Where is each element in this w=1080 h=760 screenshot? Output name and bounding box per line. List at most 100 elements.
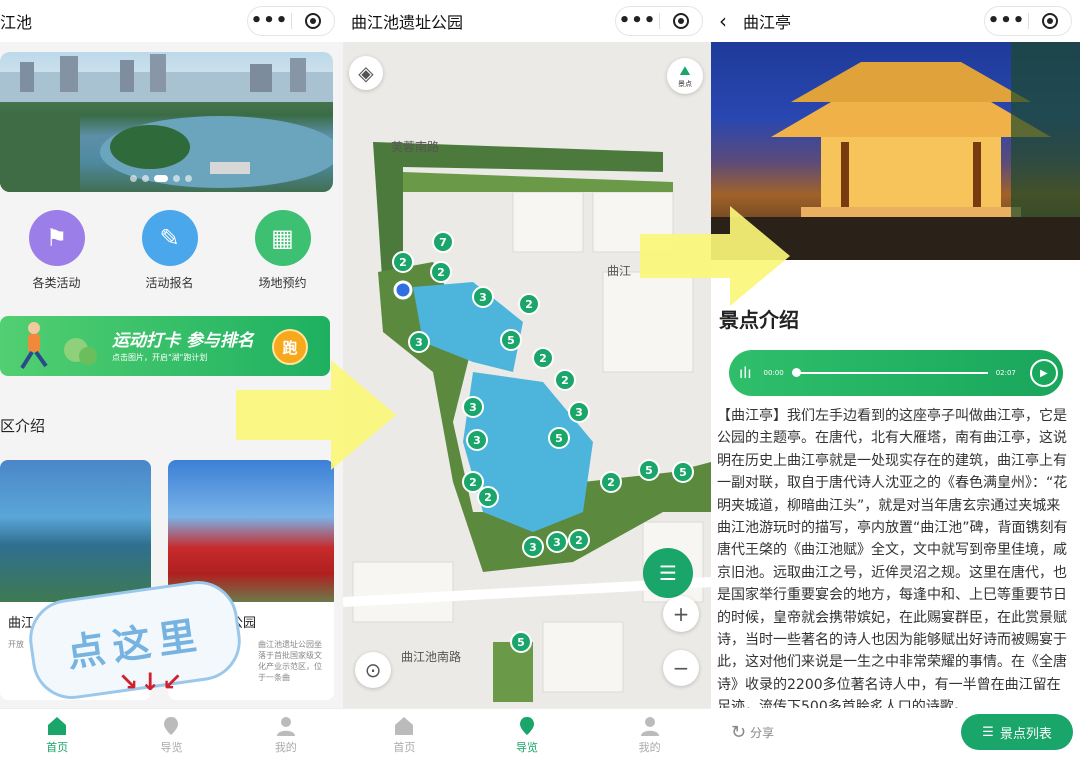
map-marker-label: 3 [575,406,583,419]
map-marker[interactable]: 3 [546,531,568,553]
map-marker[interactable]: 2 [518,293,540,315]
map-pin-icon [520,716,534,735]
guide-arrow-1 [236,360,396,470]
carousel-dot[interactable] [185,175,192,182]
map-marker[interactable]: 2 [568,529,590,551]
share-icon: ↻ [731,722,747,743]
map-marker[interactable]: 5 [548,427,570,449]
map-marker[interactable]: 7 [432,231,454,253]
quick-item-activities[interactable]: ⚑ 各类活动 [0,210,113,291]
scenic-list-fab[interactable]: ☰ [643,548,693,598]
promo-title: 运动打卡 参与排名 [112,331,254,351]
map-marker[interactable]: 2 [462,471,484,493]
tab-mine[interactable]: 我的 [588,709,711,760]
miniprogram-capsule: ••• [247,6,335,36]
map-marker[interactable]: 3 [408,331,430,353]
zoom-out-button[interactable]: − [663,650,699,686]
tab-home[interactable]: 首页 [343,709,466,760]
compass-icon[interactable]: ◈ [349,56,383,90]
park-map[interactable]: 7223235223353225523325 ◈ ⛰ 景点 芙蓉南路 曲江池南路… [343,42,711,708]
map-marker-label: 3 [469,401,477,414]
locate-icon[interactable]: ⊙ [355,652,391,688]
audio-progress-slider[interactable] [791,368,988,377]
map-marker[interactable]: 2 [554,369,576,391]
map-marker[interactable]: 5 [510,631,532,653]
guide-arrow-2 [640,206,790,306]
tab-label: 导览 [516,740,538,754]
quick-item-signup[interactable]: ✎ 活动报名 [113,210,226,291]
page-title: 曲江亭 [743,13,792,32]
map-marker[interactable]: 2 [430,261,452,283]
tab-mine[interactable]: 我的 [229,709,343,760]
close-miniprogram-icon[interactable] [1029,13,1071,29]
map-marker[interactable]: 5 [500,329,522,351]
map-marker-label: 5 [679,466,687,479]
more-icon[interactable]: ••• [616,7,659,35]
carousel-dot[interactable] [130,175,137,182]
scenic-toggle-button[interactable]: ⛰ 景点 [667,58,703,94]
back-icon[interactable]: ‹ [719,9,727,33]
tab-guide[interactable]: 导览 [466,709,589,760]
map-marker[interactable]: 2 [477,486,499,508]
map-marker[interactable]: 2 [600,471,622,493]
map-marker[interactable]: 3 [472,286,494,308]
quick-item-venue-booking[interactable]: ▦ 场地预约 [226,210,339,291]
map-marker-label: 3 [415,336,423,349]
more-icon[interactable]: ••• [985,7,1028,35]
map-marker-label: 2 [399,256,407,269]
map-pin-icon [164,716,179,735]
map-marker[interactable]: 5 [672,461,694,483]
tab-label: 首页 [393,740,416,754]
tab-guide[interactable]: 导览 [114,709,228,760]
map-marker-label: 2 [437,266,445,279]
map-marker-label: 3 [529,541,537,554]
audio-current-time: 00:00 [763,369,784,377]
audio-wave-icon: ılı [739,364,752,382]
carousel-dot[interactable] [142,175,149,182]
scenic-detail-screen: ‹ 曲江亭 ••• 景点介绍 ılı 00:00 02:07 ▶ 【曲江亭】我们… [711,0,1080,760]
scenic-label: 景点 [678,79,692,88]
carousel-dot-active[interactable] [154,175,168,182]
map-marker-label: 5 [645,464,653,477]
page-title: 江池 [0,13,33,32]
map-marker-label: 2 [469,476,477,489]
flag-icon: ⚑ [28,210,85,266]
carousel-dot[interactable] [173,175,180,182]
tab-bar: 首页 导览 我的 [0,708,343,760]
zoom-in-button[interactable]: + [663,596,699,632]
runner-illustration [20,322,97,370]
tab-home[interactable]: 首页 [0,709,114,760]
promo-subtitle: 点击图片，开启"湖"跑计划 [112,353,208,362]
field-icon: ▦ [254,210,311,266]
lake-banner-image[interactable] [0,52,333,192]
share-button[interactable]: ↻ 分享 [731,722,774,743]
audio-total-time: 02:07 [995,369,1016,377]
section-title: 景点介绍 [719,308,799,332]
close-miniprogram-icon[interactable] [292,13,334,29]
edit-icon: ✎ [141,210,198,266]
card-image [0,460,151,602]
road-label: 曲江 [607,264,632,278]
map-marker-label: 7 [439,236,447,249]
map-marker[interactable]: 5 [638,459,660,481]
tab-label: 导览 [160,740,183,754]
map-marker[interactable]: 2 [392,251,414,273]
close-miniprogram-icon[interactable] [660,13,702,29]
map-marker[interactable]: 2 [532,347,554,369]
share-label: 分享 [750,726,775,740]
map-marker[interactable]: 3 [568,401,590,423]
map-marker[interactable]: 3 [522,536,544,558]
map-marker[interactable]: 3 [466,429,488,451]
more-icon[interactable]: ••• [248,7,291,35]
play-icon[interactable]: ▶ [1029,359,1058,387]
map-marker[interactable]: 3 [462,396,484,418]
tab-label: 首页 [46,740,69,754]
list-label: 景点列表 [999,726,1052,742]
map-marker-label: 2 [575,534,583,547]
map-marker-label: 2 [561,374,569,387]
user-icon [276,716,295,736]
scenic-description: 【曲江亭】我们左手边看到的这座亭子叫做曲江亭，它是公园的主题亭。在唐代，北有大雁… [717,408,1068,715]
scenic-list-button[interactable]: ☰ 景点列表 [961,714,1073,750]
map-marker-label: 2 [607,476,615,489]
miniprogram-capsule: ••• [984,6,1072,36]
